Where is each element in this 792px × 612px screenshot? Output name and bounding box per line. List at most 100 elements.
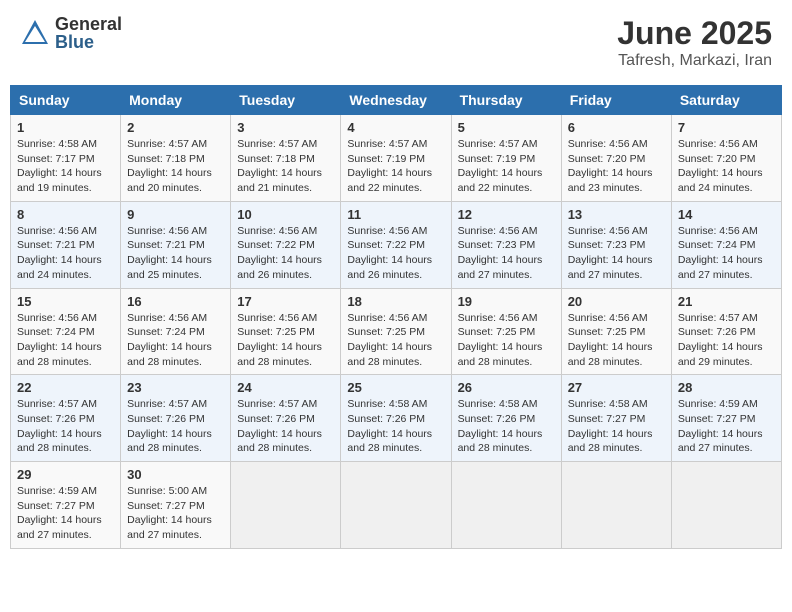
sunset-label: Sunset: 7:21 PM bbox=[17, 239, 95, 251]
table-row: 7 Sunrise: 4:56 AM Sunset: 7:20 PM Dayli… bbox=[671, 115, 781, 202]
sunrise-label: Sunrise: 4:56 AM bbox=[127, 225, 207, 237]
daylight-label: Daylight: 14 hours and 27 minutes. bbox=[17, 514, 102, 541]
day-number: 3 bbox=[237, 120, 334, 135]
sunrise-label: Sunrise: 4:56 AM bbox=[127, 312, 207, 324]
logo-general-text: General bbox=[55, 15, 122, 33]
day-number: 18 bbox=[347, 294, 444, 309]
col-tuesday: Tuesday bbox=[231, 86, 341, 115]
day-info: Sunrise: 4:57 AM Sunset: 7:26 PM Dayligh… bbox=[678, 311, 775, 370]
day-number: 1 bbox=[17, 120, 114, 135]
table-row: 17 Sunrise: 4:56 AM Sunset: 7:25 PM Dayl… bbox=[231, 288, 341, 375]
day-info: Sunrise: 5:00 AM Sunset: 7:27 PM Dayligh… bbox=[127, 484, 224, 543]
table-row: 10 Sunrise: 4:56 AM Sunset: 7:22 PM Dayl… bbox=[231, 201, 341, 288]
day-number: 19 bbox=[458, 294, 555, 309]
table-row: 15 Sunrise: 4:56 AM Sunset: 7:24 PM Dayl… bbox=[11, 288, 121, 375]
day-info: Sunrise: 4:59 AM Sunset: 7:27 PM Dayligh… bbox=[17, 484, 114, 543]
col-friday: Friday bbox=[561, 86, 671, 115]
sunrise-label: Sunrise: 4:58 AM bbox=[458, 398, 538, 410]
sunrise-label: Sunrise: 4:56 AM bbox=[678, 138, 758, 150]
sunset-label: Sunset: 7:26 PM bbox=[237, 413, 315, 425]
col-monday: Monday bbox=[121, 86, 231, 115]
sunrise-label: Sunrise: 4:58 AM bbox=[568, 398, 648, 410]
daylight-label: Daylight: 14 hours and 27 minutes. bbox=[127, 514, 212, 541]
sunset-label: Sunset: 7:27 PM bbox=[678, 413, 756, 425]
day-info: Sunrise: 4:57 AM Sunset: 7:26 PM Dayligh… bbox=[237, 397, 334, 456]
daylight-label: Daylight: 14 hours and 22 minutes. bbox=[458, 167, 543, 194]
daylight-label: Daylight: 14 hours and 24 minutes. bbox=[678, 167, 763, 194]
day-number: 16 bbox=[127, 294, 224, 309]
sunrise-label: Sunrise: 4:59 AM bbox=[17, 485, 97, 497]
daylight-label: Daylight: 14 hours and 20 minutes. bbox=[127, 167, 212, 194]
table-row: 2 Sunrise: 4:57 AM Sunset: 7:18 PM Dayli… bbox=[121, 115, 231, 202]
day-info: Sunrise: 4:57 AM Sunset: 7:18 PM Dayligh… bbox=[237, 137, 334, 196]
sunrise-label: Sunrise: 4:56 AM bbox=[568, 138, 648, 150]
daylight-label: Daylight: 14 hours and 19 minutes. bbox=[17, 167, 102, 194]
daylight-label: Daylight: 14 hours and 27 minutes. bbox=[678, 254, 763, 281]
calendar-week-row: 1 Sunrise: 4:58 AM Sunset: 7:17 PM Dayli… bbox=[11, 115, 782, 202]
sunrise-label: Sunrise: 4:56 AM bbox=[237, 312, 317, 324]
daylight-label: Daylight: 14 hours and 27 minutes. bbox=[458, 254, 543, 281]
daylight-label: Daylight: 14 hours and 28 minutes. bbox=[17, 428, 102, 455]
daylight-label: Daylight: 14 hours and 28 minutes. bbox=[237, 341, 322, 368]
daylight-label: Daylight: 14 hours and 27 minutes. bbox=[568, 254, 653, 281]
title-block: June 2025 Tafresh, Markazi, Iran bbox=[617, 15, 772, 70]
day-number: 17 bbox=[237, 294, 334, 309]
sunrise-label: Sunrise: 4:56 AM bbox=[678, 225, 758, 237]
table-row: 23 Sunrise: 4:57 AM Sunset: 7:26 PM Dayl… bbox=[121, 375, 231, 462]
table-row: 26 Sunrise: 4:58 AM Sunset: 7:26 PM Dayl… bbox=[451, 375, 561, 462]
daylight-label: Daylight: 14 hours and 22 minutes. bbox=[347, 167, 432, 194]
sunrise-label: Sunrise: 4:57 AM bbox=[678, 312, 758, 324]
sunrise-label: Sunrise: 4:56 AM bbox=[17, 312, 97, 324]
table-row: 18 Sunrise: 4:56 AM Sunset: 7:25 PM Dayl… bbox=[341, 288, 451, 375]
day-number: 21 bbox=[678, 294, 775, 309]
table-row bbox=[231, 462, 341, 549]
daylight-label: Daylight: 14 hours and 28 minutes. bbox=[568, 428, 653, 455]
table-row: 28 Sunrise: 4:59 AM Sunset: 7:27 PM Dayl… bbox=[671, 375, 781, 462]
day-info: Sunrise: 4:56 AM Sunset: 7:20 PM Dayligh… bbox=[678, 137, 775, 196]
sunset-label: Sunset: 7:25 PM bbox=[458, 326, 536, 338]
daylight-label: Daylight: 14 hours and 28 minutes. bbox=[347, 428, 432, 455]
daylight-label: Daylight: 14 hours and 25 minutes. bbox=[127, 254, 212, 281]
sunrise-label: Sunrise: 4:58 AM bbox=[17, 138, 97, 150]
table-row: 9 Sunrise: 4:56 AM Sunset: 7:21 PM Dayli… bbox=[121, 201, 231, 288]
calendar-header-row: Sunday Monday Tuesday Wednesday Thursday… bbox=[11, 86, 782, 115]
daylight-label: Daylight: 14 hours and 28 minutes. bbox=[458, 341, 543, 368]
daylight-label: Daylight: 14 hours and 23 minutes. bbox=[568, 167, 653, 194]
sunset-label: Sunset: 7:25 PM bbox=[237, 326, 315, 338]
sunset-label: Sunset: 7:25 PM bbox=[347, 326, 425, 338]
day-info: Sunrise: 4:58 AM Sunset: 7:17 PM Dayligh… bbox=[17, 137, 114, 196]
table-row: 21 Sunrise: 4:57 AM Sunset: 7:26 PM Dayl… bbox=[671, 288, 781, 375]
calendar-week-row: 8 Sunrise: 4:56 AM Sunset: 7:21 PM Dayli… bbox=[11, 201, 782, 288]
table-row: 12 Sunrise: 4:56 AM Sunset: 7:23 PM Dayl… bbox=[451, 201, 561, 288]
sunset-label: Sunset: 7:25 PM bbox=[568, 326, 646, 338]
sunset-label: Sunset: 7:24 PM bbox=[17, 326, 95, 338]
table-row: 14 Sunrise: 4:56 AM Sunset: 7:24 PM Dayl… bbox=[671, 201, 781, 288]
day-number: 28 bbox=[678, 380, 775, 395]
sunset-label: Sunset: 7:27 PM bbox=[568, 413, 646, 425]
table-row: 19 Sunrise: 4:56 AM Sunset: 7:25 PM Dayl… bbox=[451, 288, 561, 375]
daylight-label: Daylight: 14 hours and 29 minutes. bbox=[678, 341, 763, 368]
day-info: Sunrise: 4:56 AM Sunset: 7:20 PM Dayligh… bbox=[568, 137, 665, 196]
daylight-label: Daylight: 14 hours and 28 minutes. bbox=[568, 341, 653, 368]
sunrise-label: Sunrise: 4:56 AM bbox=[347, 312, 427, 324]
col-saturday: Saturday bbox=[671, 86, 781, 115]
day-info: Sunrise: 4:56 AM Sunset: 7:25 PM Dayligh… bbox=[568, 311, 665, 370]
day-number: 30 bbox=[127, 467, 224, 482]
day-info: Sunrise: 4:58 AM Sunset: 7:26 PM Dayligh… bbox=[458, 397, 555, 456]
day-number: 20 bbox=[568, 294, 665, 309]
daylight-label: Daylight: 14 hours and 28 minutes. bbox=[127, 428, 212, 455]
sunrise-label: Sunrise: 4:57 AM bbox=[127, 398, 207, 410]
daylight-label: Daylight: 14 hours and 28 minutes. bbox=[458, 428, 543, 455]
month-title: June 2025 bbox=[617, 15, 772, 52]
day-info: Sunrise: 4:56 AM Sunset: 7:25 PM Dayligh… bbox=[458, 311, 555, 370]
table-row: 30 Sunrise: 5:00 AM Sunset: 7:27 PM Dayl… bbox=[121, 462, 231, 549]
day-number: 24 bbox=[237, 380, 334, 395]
sunset-label: Sunset: 7:22 PM bbox=[347, 239, 425, 251]
day-info: Sunrise: 4:59 AM Sunset: 7:27 PM Dayligh… bbox=[678, 397, 775, 456]
daylight-label: Daylight: 14 hours and 27 minutes. bbox=[678, 428, 763, 455]
logo-blue-text: Blue bbox=[55, 33, 122, 51]
table-row bbox=[451, 462, 561, 549]
calendar-week-row: 29 Sunrise: 4:59 AM Sunset: 7:27 PM Dayl… bbox=[11, 462, 782, 549]
table-row: 5 Sunrise: 4:57 AM Sunset: 7:19 PM Dayli… bbox=[451, 115, 561, 202]
daylight-label: Daylight: 14 hours and 26 minutes. bbox=[347, 254, 432, 281]
